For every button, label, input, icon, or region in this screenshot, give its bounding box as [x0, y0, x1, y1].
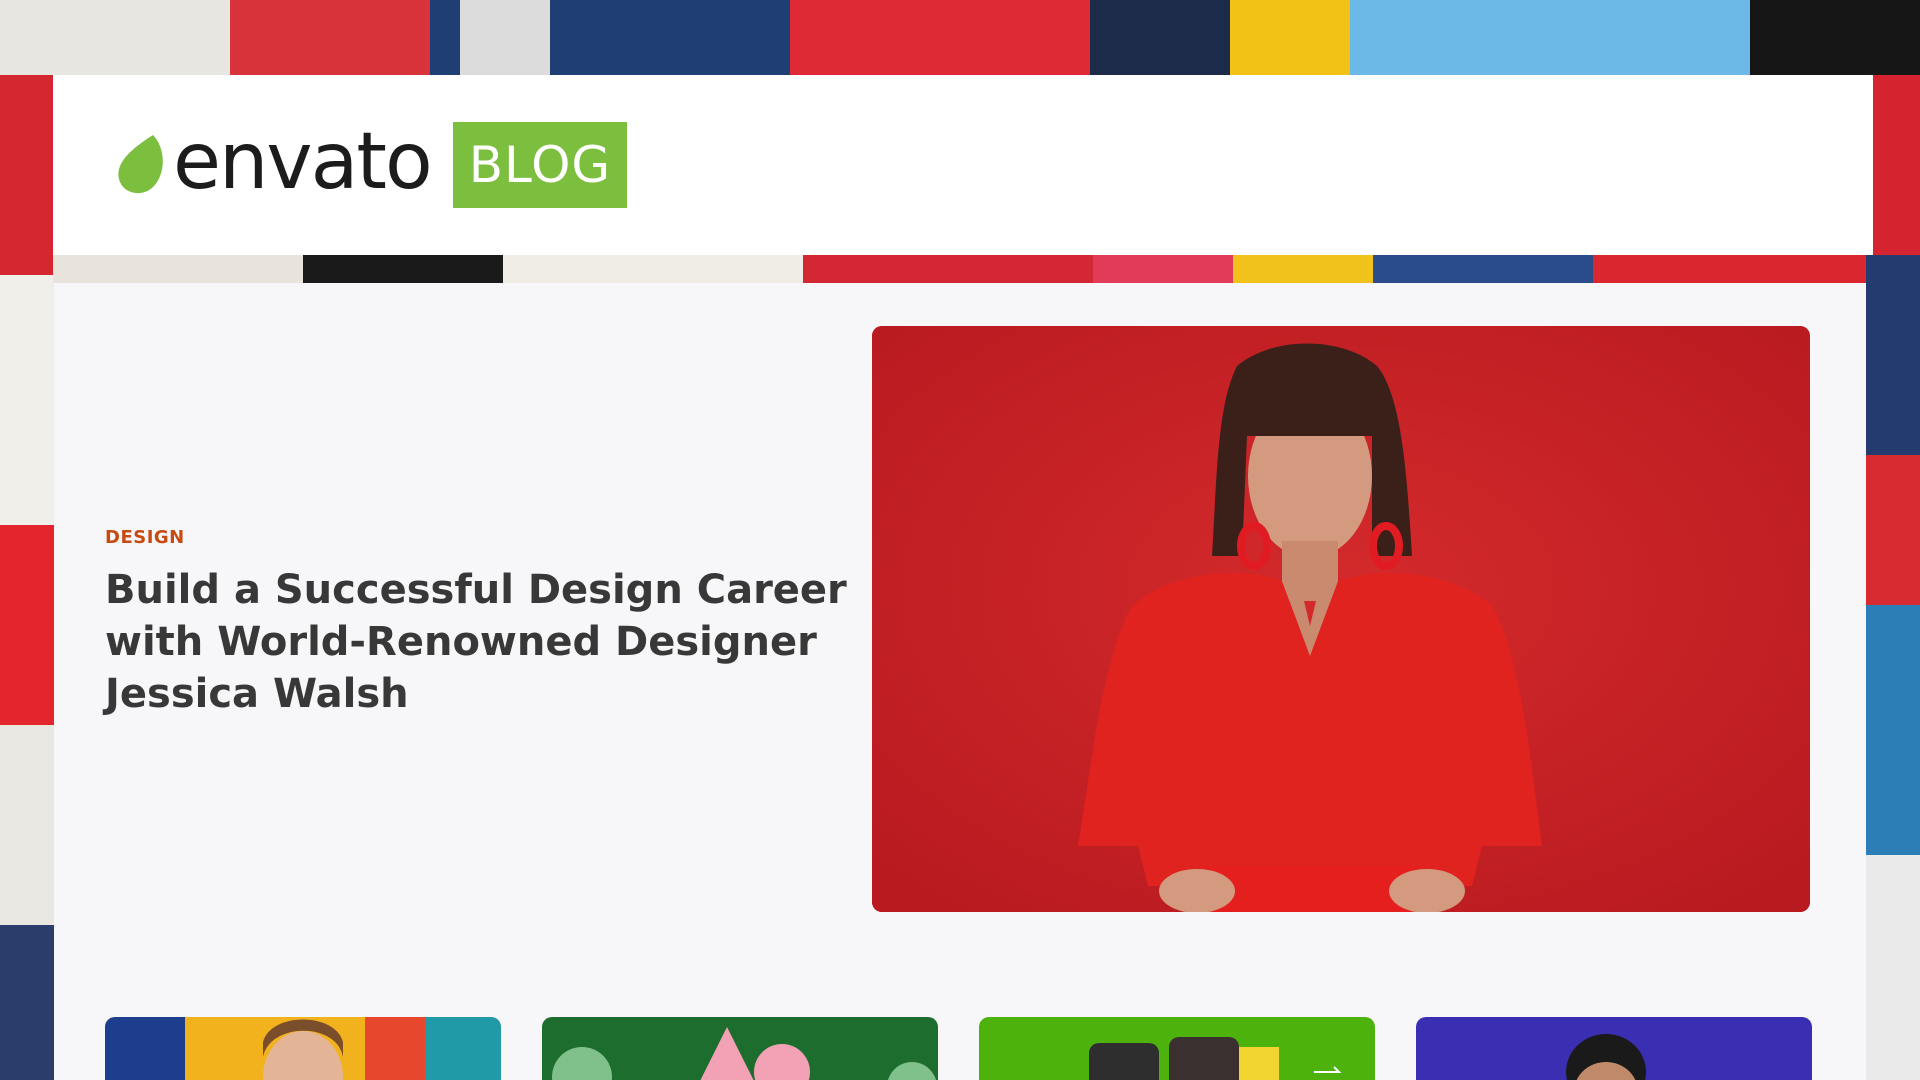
article-card[interactable]: [542, 1017, 938, 1080]
main-content: DESIGN Build a Successful Design Career …: [54, 283, 1866, 1080]
illustration-image-icon: [542, 1017, 938, 1080]
phones-image-icon: [979, 1017, 1375, 1080]
article-card[interactable]: [105, 1017, 501, 1080]
envato-blog-logo[interactable]: envato BLOG: [113, 117, 628, 210]
portrait-photo-icon: [105, 1017, 501, 1080]
article-cards-row: [105, 1017, 1812, 1080]
site-header: envato BLOG: [53, 75, 1873, 255]
portrait-photo-icon: [1416, 1017, 1812, 1080]
article-card[interactable]: [1416, 1017, 1812, 1080]
envato-wordmark: envato: [173, 117, 433, 207]
portrait-photo-icon: [872, 326, 1810, 912]
category-link[interactable]: DESIGN: [105, 527, 185, 548]
blog-badge: BLOG: [452, 122, 628, 208]
featured-article-title[interactable]: Build a Successful Design Career with Wo…: [105, 564, 865, 720]
featured-article-image[interactable]: [872, 326, 1810, 912]
featured-article-text: DESIGN Build a Successful Design Career …: [105, 527, 865, 720]
envato-leaf-icon: [118, 135, 163, 194]
article-card[interactable]: [979, 1017, 1375, 1080]
